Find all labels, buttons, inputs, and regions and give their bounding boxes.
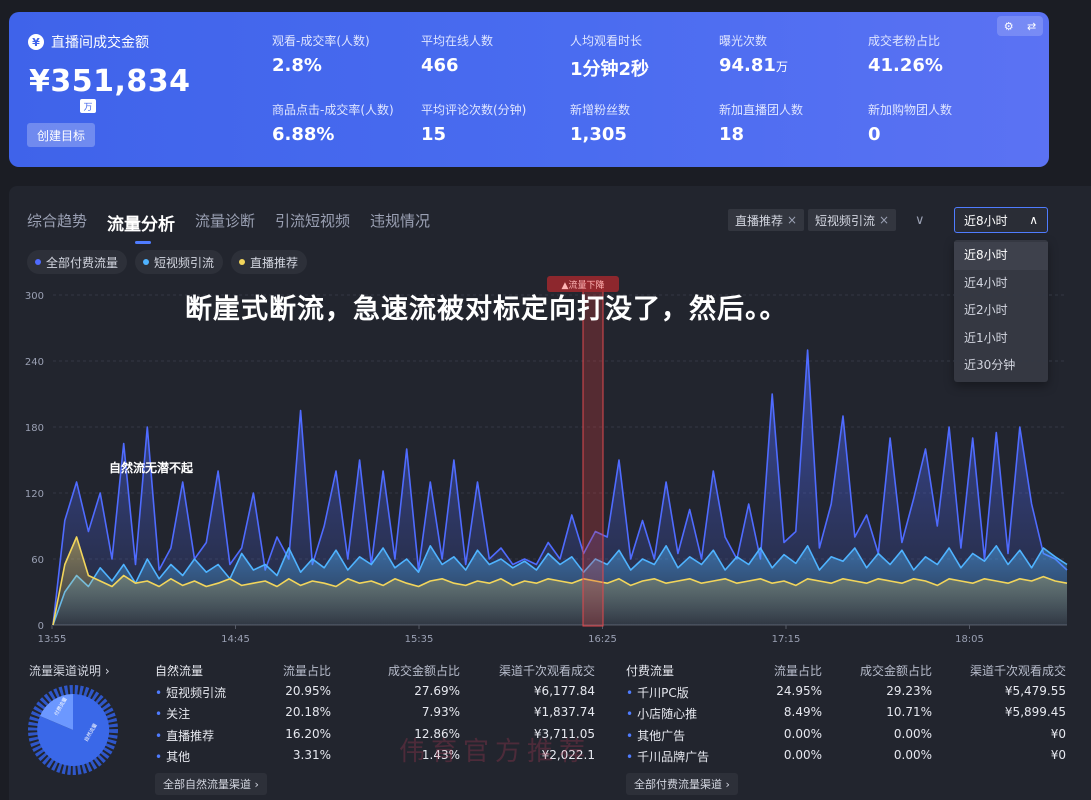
y-axis: 0 60 120 180 240 300 — [25, 291, 44, 632]
chart-series — [52, 349, 1068, 626]
y-tick-label: 120 — [25, 489, 44, 500]
create-target-button[interactable]: 创建目标 — [27, 123, 95, 147]
metric-new-live-group: 新加直播团人数 18 — [719, 103, 804, 145]
table-row: 短视频引流 20.95% 27.69% ¥6,177.84 — [155, 684, 595, 706]
y-tick-label: 180 — [25, 423, 44, 434]
traffic-panel: 综合趋势 流量分析 流量诊断 引流短视频 违规情况 直播推荐 × 短视频引流 × ∨… — [9, 186, 1091, 800]
stats-banner: ¥ 直播间成交金额 ¥351,834 万 创建目标 观看-成交率(人数) 2.8… — [9, 12, 1049, 167]
channel-explain-link[interactable]: 流量渠道说明 › — [29, 662, 110, 679]
table-header: 付费流量 流量占比 成交金额占比 渠道千次观看成交 — [626, 664, 1066, 678]
settings-icon[interactable]: ⚙ — [1004, 20, 1014, 33]
x-tick-label: 18:05 — [955, 634, 984, 645]
all-natural-channels-button[interactable]: 全部自然流量渠道 › — [155, 773, 267, 795]
banner-tools: ⚙ ⇄ — [997, 16, 1043, 36]
metric-avg-watch-time: 人均观看时长 1分钟2秒 — [570, 34, 650, 80]
x-tick-label: 16:25 — [588, 634, 617, 645]
yen-circle-icon: ¥ — [28, 34, 44, 50]
gmv-value: ¥351,834 — [29, 64, 191, 99]
x-tick-label: 17:15 — [772, 634, 801, 645]
metric-click-conversion: 商品点击-成交率(人数) 6.88% — [272, 103, 394, 145]
y-tick-label: 0 — [38, 621, 44, 632]
paid-traffic-table: 付费流量 流量占比 成交金额占比 渠道千次观看成交 千川PC版 24.95% 2… — [626, 662, 1066, 770]
exposure-unit: 万 — [775, 60, 788, 74]
channel-donut-chart: 付费流量 自然流量 — [28, 685, 118, 775]
metric-watch-conversion: 观看-成交率(人数) 2.8% — [272, 34, 370, 76]
metric-new-fans: 新增粉丝数 1,305 — [570, 103, 631, 145]
metric-avg-online: 平均在线人数 466 — [421, 34, 494, 76]
metric-new-shop-group: 新加购物团人数 0 — [868, 103, 953, 145]
gmv-unit-badge: 万 — [80, 99, 96, 113]
chevron-right-icon: › — [254, 777, 259, 791]
table-row: 千川PC版 24.95% 29.23% ¥5,479.55 — [626, 684, 1066, 706]
swap-icon[interactable]: ⇄ — [1027, 20, 1036, 33]
y-tick-label: 60 — [31, 555, 44, 566]
chevron-right-icon: › — [104, 664, 110, 678]
y-tick-label: 300 — [25, 291, 44, 302]
table-row: 关注 20.18% 7.93% ¥1,837.74 — [155, 705, 595, 727]
table-row: 其他广告 0.00% 0.00% ¥0 — [626, 727, 1066, 749]
x-tick-label: 15:35 — [405, 634, 434, 645]
metric-exposure: 曝光次数 94.81万 — [719, 34, 788, 76]
natural-flow-annotation: 自然流无潜不起 — [109, 461, 194, 475]
table-row: 小店随心推 8.49% 10.71% ¥5,899.45 — [626, 705, 1066, 727]
watermark: 伟育官方推荐 — [399, 737, 592, 767]
traffic-chart: 0 60 120 180 240 300 13:55 14:45 15:35 16:25 17:1… — [25, 276, 1068, 645]
x-axis: 13:55 14:45 15:35 16:25 17:15 18:05 — [38, 624, 1067, 645]
table-row: 千川品牌广告 0.00% 0.00% ¥0 — [626, 748, 1066, 770]
chevron-right-icon: › — [725, 777, 730, 791]
x-tick-label: 14:45 — [221, 634, 250, 645]
y-tick-label: 240 — [25, 357, 44, 368]
table-header: 自然流量 流量占比 成交金额占比 渠道千次观看成交 — [155, 664, 595, 678]
gmv-title: ¥ 直播间成交金额 — [28, 32, 149, 52]
overlay-caption: 断崖式断流，急速流被对标定向打没了，然后。。 — [185, 294, 788, 325]
all-paid-channels-button[interactable]: 全部付费流量渠道 › — [626, 773, 738, 795]
gmv-label: 直播间成交金额 — [51, 35, 149, 51]
traffic-drop-band — [582, 281, 604, 627]
x-tick-label: 13:55 — [38, 634, 67, 645]
metric-old-fans-ratio: 成交老粉占比 41.26% — [868, 34, 943, 76]
metric-avg-comments: 平均评论次数(分钟) 15 — [421, 103, 527, 145]
